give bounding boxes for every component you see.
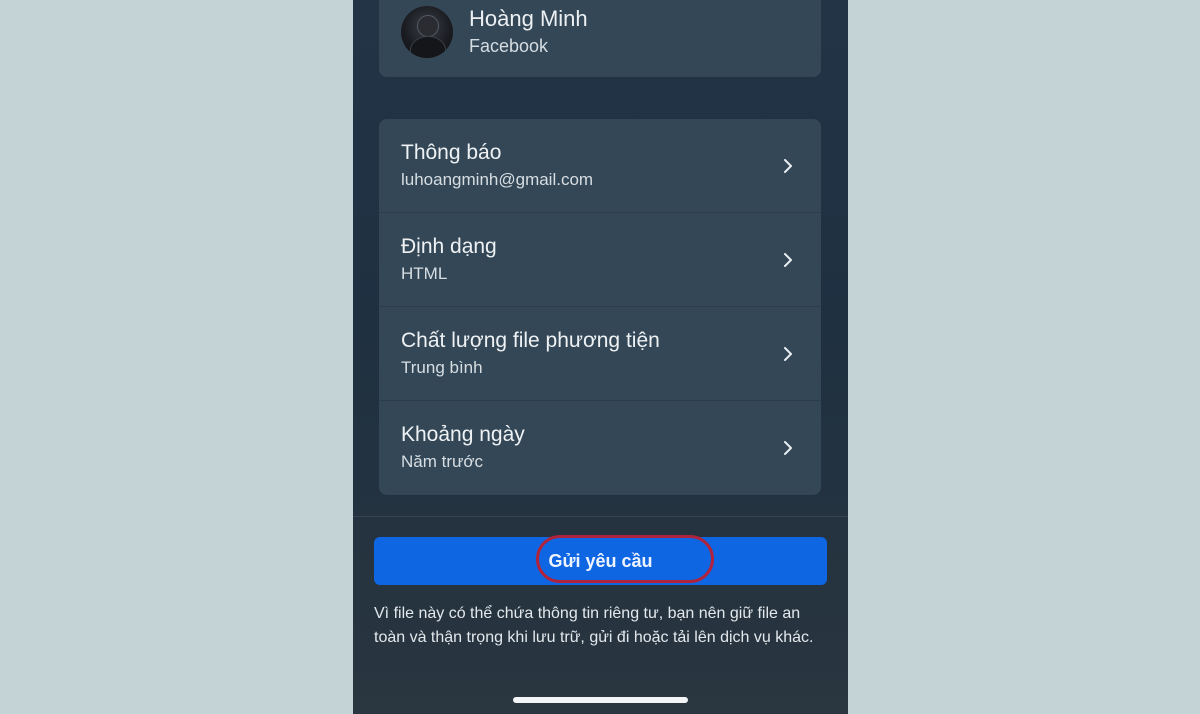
avatar — [401, 6, 453, 58]
submit-request-button[interactable]: Gửi yêu cầu — [374, 535, 827, 585]
setting-row-format[interactable]: Định dạng HTML — [379, 213, 821, 307]
setting-value: Năm trước — [401, 452, 484, 471]
settings-card: Thông báo luhoangminh@gmail.com Định dạn… — [379, 119, 821, 495]
setting-row-notifications[interactable]: Thông báo luhoangminh@gmail.com — [379, 119, 821, 213]
setting-value: Trung bình — [401, 358, 483, 377]
footer-divider — [353, 516, 848, 517]
home-indicator[interactable] — [513, 697, 688, 703]
chevron-right-icon — [784, 253, 792, 267]
setting-title: Chất lượng file phương tiện — [401, 329, 660, 352]
account-card[interactable]: Hoàng Minh Facebook — [379, 0, 821, 77]
avatar-body — [410, 36, 446, 58]
account-platform: Facebook — [469, 36, 549, 56]
setting-title: Khoảng ngày — [401, 423, 525, 446]
setting-title: Thông báo — [401, 141, 502, 164]
chevron-right-icon — [784, 159, 792, 173]
account-name: Hoàng Minh — [469, 6, 588, 31]
phone-screen: Hoàng Minh Facebook Thông báo luhoangmin… — [353, 0, 848, 714]
setting-value: luhoangminh@gmail.com — [401, 170, 594, 189]
chevron-right-icon — [784, 441, 792, 455]
setting-row-date-range[interactable]: Khoảng ngày Năm trước — [379, 401, 821, 495]
avatar-head — [417, 15, 439, 37]
privacy-disclaimer: Vì file này có thể chứa thông tin riêng … — [374, 605, 814, 646]
highlight-annotation — [536, 535, 714, 583]
setting-row-media-quality[interactable]: Chất lượng file phương tiện Trung bình — [379, 307, 821, 401]
setting-title: Định dạng — [401, 235, 497, 258]
setting-value: HTML — [401, 264, 448, 283]
chevron-right-icon — [784, 347, 792, 361]
